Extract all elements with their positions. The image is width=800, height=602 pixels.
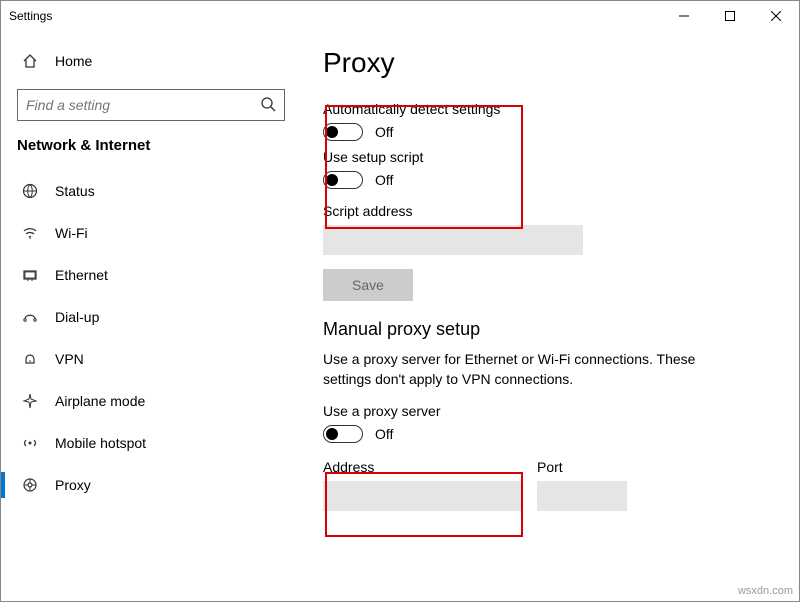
sidebar-item-airplane-mode[interactable]: Airplane mode: [1, 380, 301, 422]
dialup-icon: [21, 309, 39, 325]
auto-proxy-group: Automatically detect settings Off Use se…: [323, 101, 777, 189]
settings-window: Settings Home Net: [0, 0, 800, 602]
use-proxy-label: Use a proxy server: [323, 403, 777, 419]
port-input: [537, 481, 627, 511]
sidebar-item-label: Ethernet: [55, 267, 108, 283]
globe-icon: [21, 183, 39, 199]
minimize-icon: [679, 11, 689, 21]
proxy-icon: [21, 477, 39, 493]
auto-detect-label: Automatically detect settings: [323, 101, 777, 117]
sidebar-item-ethernet[interactable]: Ethernet: [1, 254, 301, 296]
sidebar-item-wifi[interactable]: Wi-Fi: [1, 212, 301, 254]
save-button: Save: [323, 269, 413, 301]
address-input: [323, 481, 523, 511]
sidebar-item-status[interactable]: Status: [1, 170, 301, 212]
ethernet-icon: [21, 267, 39, 283]
window-title: Settings: [9, 9, 52, 23]
setup-script-label: Use setup script: [323, 149, 777, 165]
address-label: Address: [323, 459, 523, 475]
manual-section-title: Manual proxy setup: [323, 319, 777, 340]
search-box[interactable]: [17, 89, 285, 121]
hotspot-icon: [21, 435, 39, 451]
close-icon: [771, 11, 781, 21]
script-address-label: Script address: [323, 203, 777, 219]
auto-detect-toggle-row: Off: [323, 123, 777, 141]
search-input[interactable]: [26, 97, 260, 113]
window-body: Home Network & Internet Status Wi-Fi: [1, 31, 799, 601]
toggle-knob: [326, 174, 338, 186]
sidebar-item-vpn[interactable]: VPN: [1, 338, 301, 380]
sidebar-item-label: Airplane mode: [55, 393, 145, 409]
airplane-icon: [21, 393, 39, 409]
wifi-icon: [21, 225, 39, 241]
search-icon: [260, 96, 276, 115]
auto-detect-state: Off: [375, 124, 393, 140]
use-proxy-toggle[interactable]: [323, 425, 363, 443]
watermark: wsxdn.com: [738, 585, 793, 597]
content-area: Proxy Automatically detect settings Off …: [301, 31, 799, 601]
setup-script-state: Off: [375, 172, 393, 188]
close-button[interactable]: [753, 1, 799, 31]
page-title: Proxy: [323, 47, 777, 79]
sidebar-category-heading: Network & Internet: [1, 133, 301, 170]
minimize-button[interactable]: [661, 1, 707, 31]
vpn-icon: [21, 351, 39, 367]
use-proxy-toggle-row: Off: [323, 425, 777, 443]
use-proxy-state: Off: [375, 426, 393, 442]
maximize-button[interactable]: [707, 1, 753, 31]
home-label: Home: [55, 53, 92, 69]
sidebar-item-label: Mobile hotspot: [55, 435, 146, 451]
sidebar-item-label: Dial-up: [55, 309, 99, 325]
address-port-row: Address Port: [323, 451, 777, 511]
auto-detect-toggle[interactable]: [323, 123, 363, 141]
home-icon: [21, 53, 39, 69]
manual-description: Use a proxy server for Ethernet or Wi-Fi…: [323, 350, 743, 389]
sidebar-item-label: Proxy: [55, 477, 91, 493]
sidebar-item-label: Wi-Fi: [55, 225, 88, 241]
setup-script-toggle[interactable]: [323, 171, 363, 189]
sidebar-item-mobile-hotspot[interactable]: Mobile hotspot: [1, 422, 301, 464]
sidebar-nav: Status Wi-Fi Ethernet Dial-up VPN: [1, 170, 301, 506]
maximize-icon: [725, 11, 735, 21]
home-nav[interactable]: Home: [1, 43, 301, 79]
sidebar-item-proxy[interactable]: Proxy: [1, 464, 301, 506]
sidebar-item-dialup[interactable]: Dial-up: [1, 296, 301, 338]
script-address-input: [323, 225, 583, 255]
titlebar: Settings: [1, 1, 799, 31]
sidebar-item-label: Status: [55, 183, 95, 199]
sidebar-item-label: VPN: [55, 351, 84, 367]
port-label: Port: [537, 459, 627, 475]
sidebar: Home Network & Internet Status Wi-Fi: [1, 31, 301, 601]
toggle-knob: [326, 126, 338, 138]
toggle-knob: [326, 428, 338, 440]
setup-script-toggle-row: Off: [323, 171, 777, 189]
